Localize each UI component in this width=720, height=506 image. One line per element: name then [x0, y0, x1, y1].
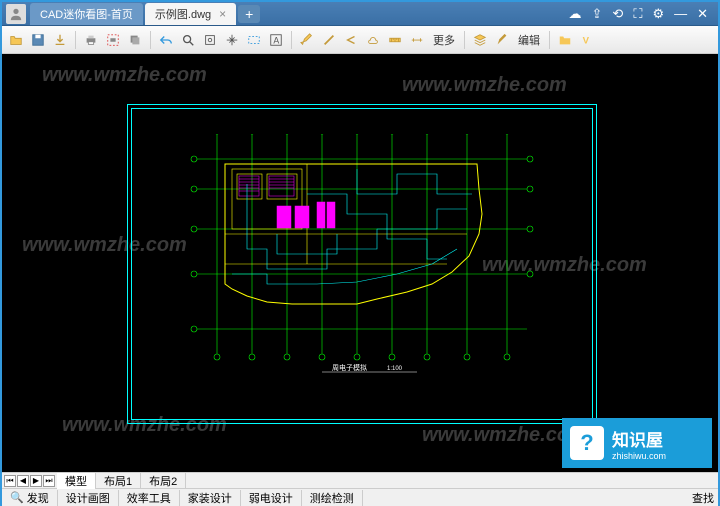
- refresh-icon[interactable]: ⟲: [612, 6, 623, 22]
- status-design[interactable]: 设计画图: [58, 490, 119, 506]
- status-survey[interactable]: 测绘检测: [302, 490, 363, 506]
- drawing-title: 周电子模拟: [332, 363, 367, 372]
- cad-drawing: 周电子模拟 1:100: [127, 104, 597, 424]
- zoom-extents-button[interactable]: [200, 30, 220, 50]
- status-bar: 🔍发现 设计画图 效率工具 家装设计 弱电设计 测绘检测 查找: [2, 488, 718, 506]
- tab-close-icon[interactable]: ×: [219, 7, 226, 21]
- pan-button[interactable]: [222, 30, 242, 50]
- undo-button[interactable]: [156, 30, 176, 50]
- status-right[interactable]: 查找: [692, 490, 718, 506]
- revert-button[interactable]: [341, 30, 361, 50]
- text-find-button[interactable]: A: [266, 30, 286, 50]
- batch-print-button[interactable]: [125, 30, 145, 50]
- watermark: www.wmzhe.com: [402, 74, 567, 97]
- tab-label: CAD迷你看图-首页: [40, 6, 133, 22]
- open-button[interactable]: [6, 30, 26, 50]
- brand-en: zhishiwu.com: [612, 451, 666, 461]
- brand-icon: ?: [570, 426, 604, 460]
- save-button[interactable]: [28, 30, 48, 50]
- window-controls: ☁ ⇪ ⟲ ⛶ ⚙ — ✕: [569, 6, 718, 22]
- tab-home[interactable]: CAD迷你看图-首页: [30, 3, 143, 25]
- pencil-button[interactable]: [297, 30, 317, 50]
- svg-text:V: V: [583, 35, 590, 46]
- fullscreen-icon[interactable]: ⛶: [633, 6, 642, 22]
- area-select-button[interactable]: [244, 30, 264, 50]
- tab-label: 示例图.dwg: [155, 6, 211, 22]
- status-electrical[interactable]: 弱电设计: [241, 490, 302, 506]
- tab-add-button[interactable]: +: [238, 5, 260, 23]
- minimize-icon[interactable]: —: [674, 6, 687, 22]
- cloud-icon[interactable]: ☁: [569, 6, 582, 22]
- brand-badge: ? 知识屋 zhishiwu.com: [562, 418, 712, 468]
- tab-layout2[interactable]: 布局2: [141, 473, 186, 489]
- nav-next-icon[interactable]: ▶: [30, 475, 42, 487]
- settings-icon[interactable]: ⚙: [652, 6, 664, 22]
- edit-button[interactable]: 编辑: [514, 32, 544, 48]
- vip-button[interactable]: V: [577, 30, 597, 50]
- share-icon[interactable]: ⇪: [592, 6, 603, 22]
- close-icon[interactable]: ✕: [697, 6, 708, 22]
- floorplan-svg: 周电子模拟 1:100: [177, 134, 547, 374]
- svg-text:A: A: [273, 35, 279, 45]
- edit-icon[interactable]: [492, 30, 512, 50]
- nav-last-icon[interactable]: ⏭: [43, 475, 55, 487]
- tab-layout1[interactable]: 布局1: [96, 473, 141, 489]
- export-button[interactable]: [50, 30, 70, 50]
- user-avatar[interactable]: [6, 4, 26, 24]
- tab-file[interactable]: 示例图.dwg ×: [145, 3, 236, 25]
- status-discover[interactable]: 🔍发现: [2, 490, 58, 506]
- print-area-button[interactable]: [103, 30, 123, 50]
- status-tools[interactable]: 效率工具: [119, 490, 180, 506]
- more-button[interactable]: 更多: [429, 32, 459, 48]
- nav-first-icon[interactable]: ⏮: [4, 475, 16, 487]
- titlebar: CAD迷你看图-首页 示例图.dwg × + ☁ ⇪ ⟲ ⛶ ⚙ — ✕: [2, 2, 718, 26]
- toolbar: A 更多 编辑 V: [2, 26, 718, 54]
- brand-cn: 知识屋: [612, 426, 666, 451]
- tab-model[interactable]: 模型: [57, 473, 96, 489]
- watermark: www.wmzhe.com: [42, 64, 207, 87]
- nav-prev-icon[interactable]: ◀: [17, 475, 29, 487]
- dimension-button[interactable]: [407, 30, 427, 50]
- print-button[interactable]: [81, 30, 101, 50]
- layers-button[interactable]: [470, 30, 490, 50]
- drawing-scale: 1:100: [387, 366, 403, 372]
- revcloud-button[interactable]: [363, 30, 383, 50]
- drawing-canvas[interactable]: www.wmzhe.com www.wmzhe.com www.wmzhe.co…: [2, 54, 718, 472]
- zoom-button[interactable]: [178, 30, 198, 50]
- layout-nav: ⏮ ◀ ▶ ⏭ 模型 布局1 布局2: [2, 472, 718, 488]
- measure-button[interactable]: [385, 30, 405, 50]
- status-decoration[interactable]: 家装设计: [180, 490, 241, 506]
- folder-button[interactable]: [555, 30, 575, 50]
- line-button[interactable]: [319, 30, 339, 50]
